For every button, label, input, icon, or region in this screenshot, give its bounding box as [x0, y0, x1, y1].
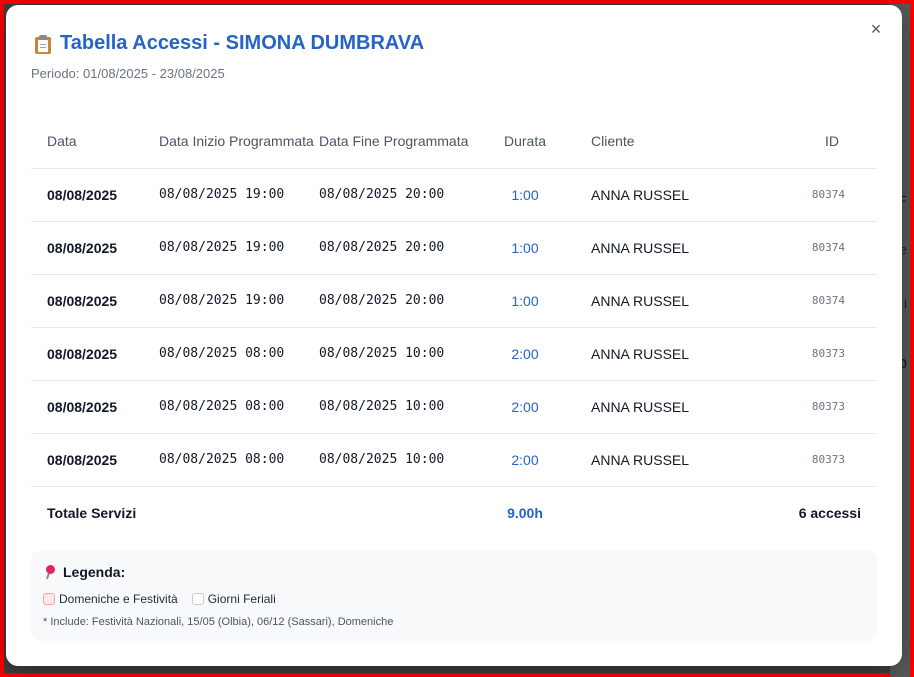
cell-end: 08/08/2025 20:00 — [319, 221, 469, 275]
cell-id: 80373 — [787, 327, 877, 381]
cell-id: 80374 — [787, 168, 877, 222]
total-row: Totale Servizi 9.00h 6 accessi — [31, 486, 877, 539]
cell-duration: 1:00 — [469, 274, 581, 328]
table-row: 08/08/2025 08/08/2025 08:00 08/08/2025 1… — [31, 433, 877, 487]
cell-date: 08/08/2025 — [31, 380, 159, 434]
clipboard-icon — [34, 34, 52, 54]
legend-item-weekday: Giorni Feriali — [191, 592, 276, 606]
total-label: Totale Servizi — [47, 504, 137, 521]
legend-note: * Include: Festività Nazionali, 15/05 (O… — [43, 616, 394, 628]
cell-date: 08/08/2025 — [31, 327, 159, 381]
cell-client: ANNA RUSSEL — [581, 327, 787, 381]
holiday-swatch — [43, 593, 55, 605]
modal-header: Tabella Accessi - SIMONA DUMBRAVA — [34, 32, 424, 55]
cell-id: 80373 — [787, 380, 877, 434]
period-subtitle: Periodo: 01/08/2025 - 23/08/2025 — [31, 66, 225, 81]
cell-end: 08/08/2025 10:00 — [319, 433, 469, 487]
legend-item-holiday: Domeniche e Festività — [43, 592, 178, 606]
table-row: 08/08/2025 08/08/2025 19:00 08/08/2025 2… — [31, 274, 877, 328]
col-header-date: Data — [31, 114, 159, 169]
table-header-row: Data Data Inizio Programmata Data Fine P… — [31, 114, 877, 169]
total-duration: 9.00h — [507, 504, 543, 521]
legend-header: Legenda: — [43, 564, 865, 580]
legend-title: Legenda: — [63, 564, 126, 580]
weekday-swatch — [191, 593, 204, 605]
cell-id: 80374 — [787, 221, 877, 275]
cell-client: ANNA RUSSEL — [581, 380, 787, 434]
cell-duration: 1:00 — [469, 221, 581, 275]
cell-date: 08/08/2025 — [31, 168, 159, 222]
cell-date: 08/08/2025 — [31, 433, 159, 487]
legend-item-label: Domeniche e Festività — [59, 592, 178, 606]
cell-duration: 2:00 — [469, 433, 581, 487]
access-table-modal: × Tabella Accessi - SIMONA DUMBRAVA Peri… — [6, 5, 902, 666]
table-row: 08/08/2025 08/08/2025 19:00 08/08/2025 2… — [31, 168, 877, 222]
cell-start: 08/08/2025 08:00 — [159, 380, 319, 434]
modal-title: Tabella Accessi - SIMONA DUMBRAVA — [60, 32, 425, 54]
col-header-client: Cliente — [581, 114, 787, 169]
col-header-start: Data Inizio Programmata — [159, 114, 319, 169]
legend-item-label: Giorni Feriali — [207, 592, 276, 606]
table-row: 08/08/2025 08/08/2025 19:00 08/08/2025 2… — [31, 221, 877, 275]
cell-client: ANNA RUSSEL — [581, 221, 787, 275]
cell-id: 80373 — [787, 433, 877, 487]
legend-box: Legenda: Domeniche e Festività Giorni Fe… — [31, 550, 877, 641]
cell-end: 08/08/2025 10:00 — [319, 380, 469, 434]
cell-id: 80374 — [787, 274, 877, 328]
col-header-end: Data Fine Programmata — [319, 114, 469, 169]
cell-end: 08/08/2025 10:00 — [319, 327, 469, 381]
cell-duration: 1:00 — [469, 168, 581, 222]
pushpin-icon — [43, 565, 57, 580]
table-row: 08/08/2025 08/08/2025 08:00 08/08/2025 1… — [31, 380, 877, 434]
cell-end: 08/08/2025 20:00 — [319, 274, 469, 328]
cell-duration: 2:00 — [469, 380, 581, 434]
total-count: 6 accessi — [798, 504, 861, 521]
table-row: 08/08/2025 08/08/2025 08:00 08/08/2025 1… — [31, 327, 877, 381]
close-button[interactable]: × — [866, 19, 886, 39]
cell-start: 08/08/2025 19:00 — [159, 274, 319, 328]
cell-start: 08/08/2025 08:00 — [159, 433, 319, 487]
cell-start: 08/08/2025 19:00 — [159, 168, 319, 222]
cell-start: 08/08/2025 19:00 — [159, 221, 319, 275]
cell-client: ANNA RUSSEL — [581, 433, 787, 487]
cell-client: ANNA RUSSEL — [581, 274, 787, 328]
cell-date: 08/08/2025 — [31, 221, 159, 275]
cell-client: ANNA RUSSEL — [581, 168, 787, 222]
col-header-duration: Durata — [469, 114, 581, 169]
cell-date: 08/08/2025 — [31, 274, 159, 328]
legend-items: Domeniche e Festività Giorni Feriali — [43, 592, 865, 606]
cell-duration: 2:00 — [469, 327, 581, 381]
cell-start: 08/08/2025 08:00 — [159, 327, 319, 381]
access-table: Data Data Inizio Programmata Data Fine P… — [31, 114, 877, 539]
total-spacer — [581, 486, 787, 539]
col-header-id: ID — [787, 114, 877, 169]
cell-end: 08/08/2025 20:00 — [319, 168, 469, 222]
